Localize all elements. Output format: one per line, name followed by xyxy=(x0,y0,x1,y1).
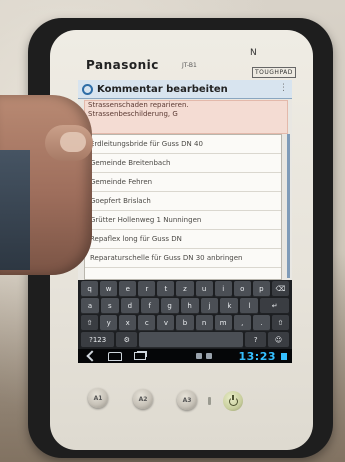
recent-apps-icon[interactable] xyxy=(134,352,146,360)
sleeve xyxy=(0,150,30,270)
suggestion-list: Erdleitungsbride für Guss DN 40 Gemeinde… xyxy=(84,134,282,280)
key[interactable]: m xyxy=(214,315,232,331)
key[interactable]: b xyxy=(176,315,194,331)
app-icon xyxy=(82,83,93,95)
key[interactable]: , xyxy=(233,315,251,331)
comment-line: Strassenbeschilderung, G xyxy=(88,110,178,118)
suggestion-item[interactable]: Gemeinde Fehren xyxy=(85,173,281,192)
key[interactable]: a xyxy=(81,298,99,314)
key[interactable]: e xyxy=(119,281,137,297)
backspace-key[interactable]: ⌫ xyxy=(271,281,290,297)
key[interactable]: s xyxy=(100,298,119,314)
thumbnail-nail xyxy=(60,132,86,152)
key[interactable]: r xyxy=(138,281,156,297)
comment-line: Strassenschaden reparieren. xyxy=(88,101,189,109)
settings-key[interactable]: ⚙ xyxy=(116,332,138,348)
hardware-button-a2[interactable]: A2 xyxy=(133,389,153,409)
key[interactable]: o xyxy=(233,281,251,297)
key[interactable]: g xyxy=(160,298,179,314)
key[interactable]: z xyxy=(176,281,194,297)
onscreen-keyboard: q w e r t z u i o p ⌫ a s d f g h j k l … xyxy=(78,280,292,351)
overflow-icon[interactable]: ⋮ xyxy=(279,83,288,93)
keyboard-row: a s d f g h j k l ↵ xyxy=(78,298,292,314)
key[interactable]: p xyxy=(252,281,270,297)
notification-icon xyxy=(196,353,202,359)
model-label: JT-B1 xyxy=(182,62,197,69)
comment-input[interactable]: Strassenschaden reparieren. Strassenbesc… xyxy=(84,100,288,134)
key[interactable]: x xyxy=(119,315,137,331)
suggestion-item[interactable]: Erdleitungsbride für Guss DN 40 xyxy=(85,135,281,154)
nfc-icon: N xyxy=(250,48,257,58)
key[interactable]: w xyxy=(100,281,118,297)
key[interactable]: f xyxy=(140,298,159,314)
shift-key[interactable]: ⇧ xyxy=(271,315,290,331)
key[interactable]: h xyxy=(180,298,199,314)
dialog-titlebar: Kommentar bearbeiten ⋮ xyxy=(78,80,292,99)
keyboard-row: q w e r t z u i o p ⌫ xyxy=(78,281,292,297)
enter-key[interactable]: ↵ xyxy=(260,298,289,314)
key[interactable]: . xyxy=(252,315,270,331)
signal-icon xyxy=(281,353,287,360)
suggestion-item[interactable]: Gemeinde Breitenbach xyxy=(85,154,281,173)
shift-key[interactable]: ⇧ xyxy=(81,315,99,331)
emoji-key[interactable]: ☺ xyxy=(268,332,289,348)
home-icon[interactable] xyxy=(108,351,122,361)
key[interactable]: k xyxy=(220,298,239,314)
status-led xyxy=(208,397,211,405)
key[interactable]: y xyxy=(100,315,118,331)
suggestion-item[interactable]: Goepfert Brislach xyxy=(85,192,281,211)
key[interactable]: v xyxy=(157,315,175,331)
key[interactable]: ? xyxy=(245,332,267,348)
dialog-title: Kommentar bearbeiten xyxy=(97,83,228,95)
system-bar: 13:23 xyxy=(78,349,292,363)
key[interactable]: j xyxy=(200,298,219,314)
list-scrollbar[interactable] xyxy=(287,134,290,278)
key[interactable]: i xyxy=(214,281,232,297)
power-button[interactable] xyxy=(223,391,243,411)
space-key[interactable] xyxy=(139,332,244,348)
clock: 13:23 xyxy=(238,350,276,363)
key[interactable]: q xyxy=(81,281,99,297)
toughpad-badge: TOUGHPAD xyxy=(252,67,296,78)
suggestion-item[interactable]: Grütter Hollenweg 1 Nunningen xyxy=(85,211,281,230)
hardware-button-a1[interactable]: A1 xyxy=(88,388,108,408)
key[interactable]: t xyxy=(157,281,175,297)
power-icon xyxy=(228,394,238,406)
key[interactable]: u xyxy=(195,281,213,297)
key[interactable]: n xyxy=(195,315,213,331)
notification-icon xyxy=(206,353,212,359)
hardware-button-a3[interactable]: A3 xyxy=(177,390,197,410)
back-icon[interactable] xyxy=(86,350,98,362)
brand-logo: Panasonic xyxy=(86,58,159,72)
key[interactable]: c xyxy=(138,315,156,331)
key[interactable]: d xyxy=(120,298,139,314)
keyboard-row: ?123 ⚙ ? ☺ xyxy=(78,332,292,348)
tablet-screen: Kommentar bearbeiten ⋮ Strassenschaden r… xyxy=(78,80,292,363)
suggestion-item[interactable]: Reparaturschelle für Guss DN 30 anbringe… xyxy=(85,249,281,268)
symbols-key[interactable]: ?123 xyxy=(81,332,115,348)
key[interactable]: l xyxy=(240,298,259,314)
keyboard-row: ⇧ y x c v b n m , . ⇧ xyxy=(78,315,292,331)
suggestion-item[interactable]: Repaflex long für Guss DN xyxy=(85,230,281,249)
